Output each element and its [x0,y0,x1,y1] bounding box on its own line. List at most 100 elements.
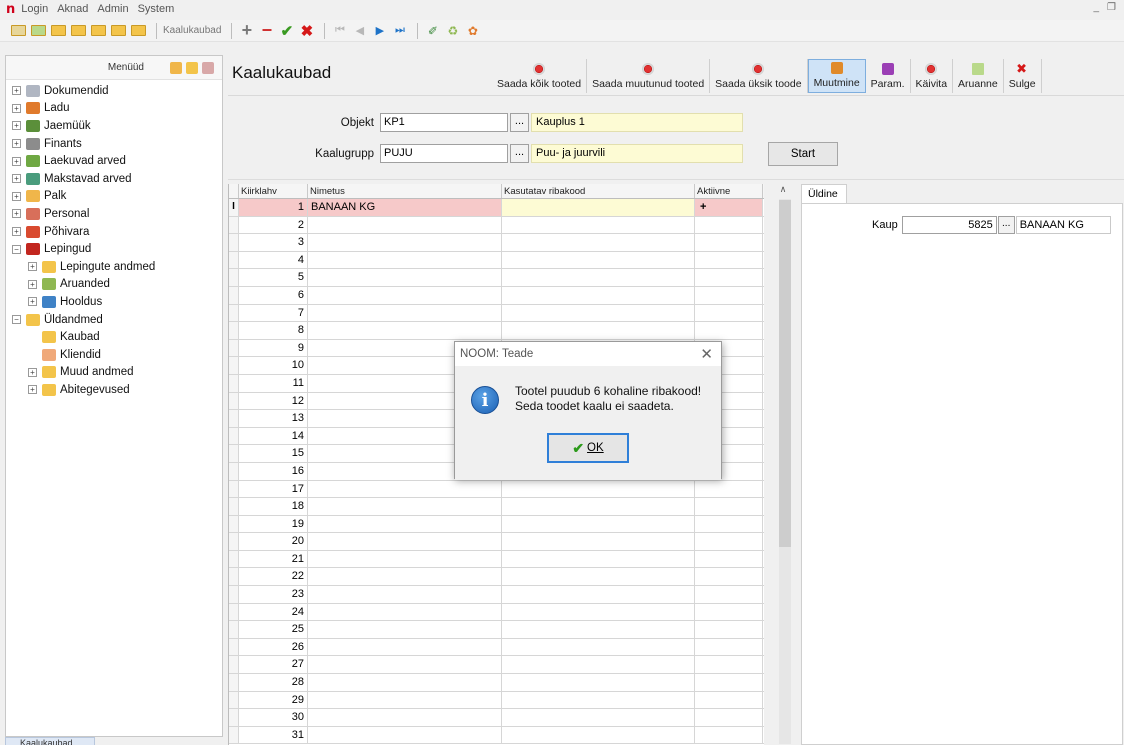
cell-kiirklahv[interactable]: 27 [239,656,308,674]
kaup-input[interactable]: 5825 [901,216,997,234]
cell-ribakood[interactable] [502,286,695,304]
cell-aktiivne[interactable] [695,304,763,322]
kaalugrupp-lookup-button[interactable]: ... [510,144,529,163]
folder-icon[interactable] [70,24,87,38]
cell-aktiivne[interactable] [695,251,763,269]
expand-icon[interactable]: + [12,227,21,237]
cell-nimetus[interactable] [308,691,502,709]
cell-nimetus[interactable] [308,286,502,304]
table-row[interactable]: 22 [229,568,764,587]
kaalugrupp-input[interactable]: PUJU [380,144,508,163]
menu-admin[interactable]: Admin [97,3,128,15]
cell-nimetus[interactable] [308,726,502,744]
ribbon-button[interactable]: Saada kõik tooted [492,59,588,93]
next-record-icon[interactable]: ▶ [371,24,388,38]
taskbar-tab-kaalukaubad[interactable]: Kaalukaubad [5,737,95,745]
objekt-input[interactable]: KP1 [380,113,508,132]
cell-kiirklahv[interactable]: 18 [239,498,308,515]
table-row[interactable]: 7 [229,304,764,323]
table-row[interactable]: 31 [229,726,764,745]
cell-kiirklahv[interactable]: 9 [239,339,308,357]
cell-nimetus[interactable]: BANAAN KG [308,199,502,216]
cell-aktiivne[interactable] [695,533,763,550]
cell-kiirklahv[interactable]: 1 [239,199,308,216]
cell-aktiivne[interactable] [695,480,763,498]
cell-kiirklahv[interactable]: 19 [239,515,308,533]
cell-nimetus[interactable] [308,656,502,674]
expand-icon[interactable]: + [12,139,21,149]
cell-nimetus[interactable] [308,674,502,691]
cell-ribakood[interactable] [502,269,695,286]
cell-kiirklahv[interactable]: 17 [239,480,308,498]
cell-nimetus[interactable] [308,621,502,638]
sidebar-item[interactable]: + Dokumendid [6,82,222,100]
cell-nimetus[interactable] [308,603,502,621]
cell-ribakood[interactable] [502,550,695,568]
cell-kiirklahv[interactable]: 11 [239,374,308,392]
folder-icon[interactable] [110,24,127,38]
cell-ribakood[interactable] [502,674,695,691]
expand-icon[interactable]: + [12,103,21,113]
ribbon-button[interactable]: Saada muutunud tooted [587,59,711,93]
expand-icon[interactable]: + [12,209,21,219]
table-row[interactable]: 17 [229,480,764,499]
cell-aktiivne[interactable] [695,603,763,621]
cell-aktiivne[interactable] [695,638,763,656]
table-row[interactable]: 29 [229,691,764,710]
prev-record-icon[interactable]: ◀ [351,24,368,38]
cell-aktiivne[interactable] [695,322,763,339]
menu-aknad[interactable]: Aknad [57,3,88,15]
table-row[interactable]: 6 [229,286,764,305]
cell-aktiivne[interactable] [695,568,763,586]
expand-all-icon[interactable] [170,61,182,74]
sidebar-item[interactable]: + Muud andmed [6,364,222,382]
cell-ribakood[interactable] [502,638,695,656]
cell-ribakood[interactable] [502,709,695,726]
cell-ribakood[interactable] [502,656,695,674]
column-kiirklahv[interactable]: Kiirklahv [239,184,308,198]
expand-icon[interactable]: + [12,174,21,184]
folder-icon[interactable] [130,24,147,38]
restore-icon[interactable]: ❐ [1107,2,1116,13]
expand-icon[interactable]: + [28,385,37,395]
table-row[interactable]: 2 [229,216,764,235]
sidebar-item[interactable]: − Üldandmed [6,311,222,329]
cell-aktiivne[interactable] [695,726,763,744]
cell-aktiivne[interactable] [695,550,763,568]
table-row[interactable]: 28 [229,674,764,692]
table-row[interactable]: 23 [229,586,764,604]
sidebar-item[interactable]: Kliendid [6,346,222,364]
table-row[interactable]: 4 [229,251,764,270]
sidebar-item[interactable]: + Makstavad arved [6,170,222,188]
cell-kiirklahv[interactable]: 6 [239,286,308,304]
sidebar-item[interactable]: − Lepingud [6,240,222,258]
minimize-icon[interactable]: _ [1093,2,1099,13]
scroll-thumb[interactable] [779,200,791,547]
cell-ribakood[interactable] [502,199,695,216]
sidebar-item[interactable]: + Finants [6,135,222,153]
table-row[interactable]: 18 [229,498,764,516]
grid-scrollbar[interactable]: ∧ [768,184,798,745]
cell-nimetus[interactable] [308,638,502,656]
cell-aktiivne[interactable] [695,216,763,234]
table-row[interactable]: 25 [229,621,764,639]
cell-nimetus[interactable] [308,304,502,322]
sidebar-item[interactable]: + Jaemüük [6,117,222,135]
last-record-icon[interactable]: ⏭ [391,24,408,38]
cell-kiirklahv[interactable]: 23 [239,586,308,603]
cell-nimetus[interactable] [308,498,502,515]
table-row[interactable]: 3 [229,234,764,252]
cell-ribakood[interactable] [502,515,695,533]
cell-aktiivne[interactable]: + [695,199,763,216]
expand-icon[interactable]: + [28,279,37,289]
cell-nimetus[interactable] [308,515,502,533]
sidebar-item[interactable]: + Palk [6,188,222,206]
cell-nimetus[interactable] [308,568,502,586]
sidebar-item[interactable]: + Aruanded [6,276,222,294]
collapse-icon[interactable]: − [12,244,21,254]
cell-nimetus[interactable] [308,269,502,286]
expand-icon[interactable]: + [12,156,21,166]
table-row[interactable]: 5 [229,269,764,287]
cell-kiirklahv[interactable]: 26 [239,638,308,656]
expand-icon[interactable]: + [28,297,37,307]
